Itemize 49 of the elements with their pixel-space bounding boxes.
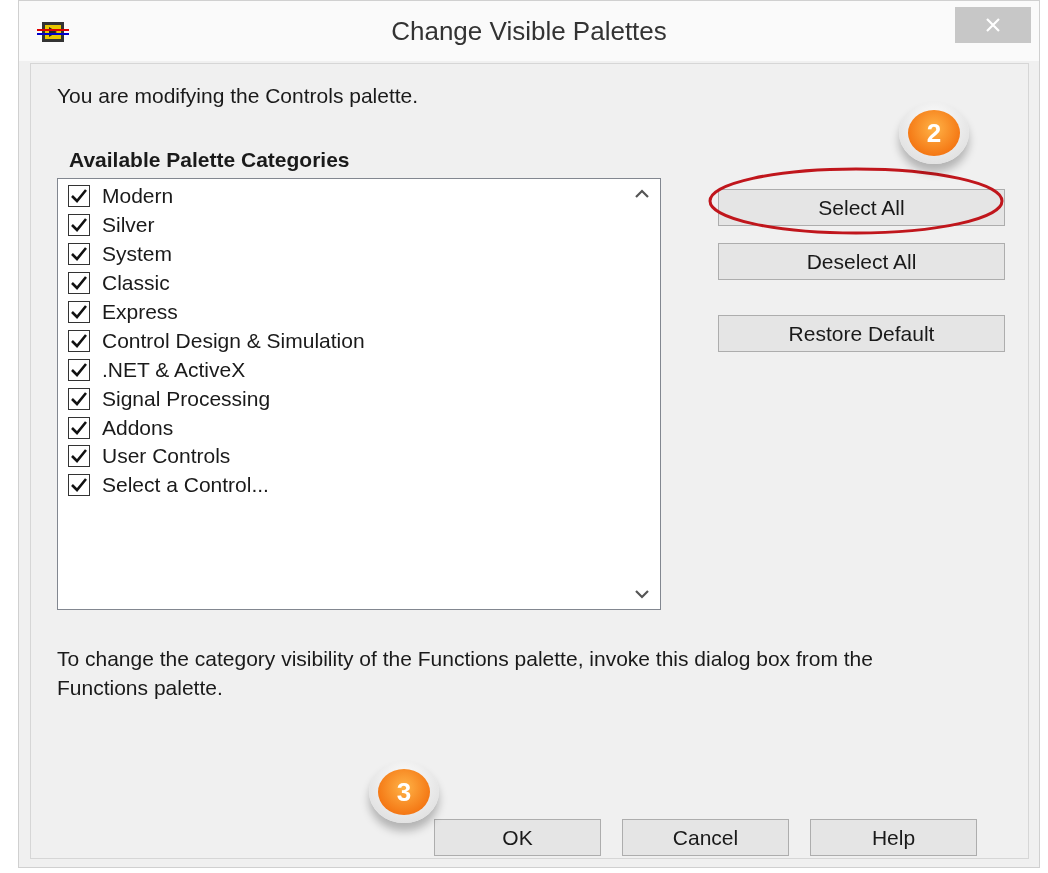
checkbox[interactable]: [68, 329, 90, 352]
category-label[interactable]: Addons: [102, 415, 174, 440]
scroll-down-icon[interactable]: [634, 589, 650, 599]
checkbox[interactable]: [68, 387, 90, 410]
category-label[interactable]: Express: [102, 300, 178, 324]
dialog-button[interactable]: OK: [434, 819, 601, 856]
close-icon: [986, 18, 1000, 32]
list-heading: Available Palette Categories: [69, 148, 351, 172]
checkbox[interactable]: [68, 185, 90, 208]
category-label[interactable]: System: [102, 242, 172, 267]
checkmark-icon: [71, 218, 87, 233]
checkmark-icon: [71, 449, 87, 464]
checkbox[interactable]: [68, 214, 90, 237]
scroll-up-icon[interactable]: [634, 189, 650, 199]
category-label[interactable]: Modern: [102, 184, 174, 209]
window-title: Change Visible Palettes: [390, 15, 668, 47]
category-label[interactable]: .NET & ActiveX: [102, 357, 246, 382]
checkbox[interactable]: [68, 243, 90, 266]
category-label[interactable]: Select a Control...: [102, 473, 269, 498]
category-label[interactable]: User Controls: [102, 444, 231, 469]
dialog-button[interactable]: Help: [810, 819, 977, 856]
checkmark-icon: [71, 305, 87, 319]
checkmark-icon: [71, 362, 87, 377]
note-text: To change the category visibility of the Functions palette, invoke this dialog box from the Functions palette.: [57, 646, 874, 701]
step-badge: 2: [899, 102, 969, 164]
checkmark-icon: [71, 420, 87, 435]
checkmark-icon: [71, 247, 87, 262]
category-label[interactable]: Silver: [102, 213, 155, 238]
category-label[interactable]: Control Design & Simulation: [102, 328, 365, 353]
checkmark-icon: [71, 189, 87, 204]
checkbox[interactable]: [68, 358, 90, 381]
checkbox[interactable]: [68, 416, 90, 439]
checkbox[interactable]: [68, 301, 90, 323]
category-label[interactable]: Classic: [102, 271, 170, 296]
checkmark-icon: [71, 333, 87, 348]
checkmark-icon: [71, 276, 87, 291]
action-button[interactable]: Deselect All: [718, 243, 1005, 280]
checkbox[interactable]: [68, 272, 90, 295]
action-button[interactable]: Select All: [718, 189, 1005, 226]
category-label[interactable]: Signal Processing: [102, 386, 271, 411]
checkbox[interactable]: [68, 445, 90, 468]
action-button[interactable]: Restore Default: [718, 315, 1005, 352]
dialog-button[interactable]: Cancel: [622, 819, 789, 856]
checkbox[interactable]: [68, 474, 90, 497]
app-icon: [37, 21, 69, 43]
intro-text: You are modifying the Controls palette.: [57, 84, 420, 108]
checkmark-icon: [71, 391, 87, 406]
step-badge: 3: [369, 761, 439, 823]
checkmark-icon: [71, 478, 87, 493]
